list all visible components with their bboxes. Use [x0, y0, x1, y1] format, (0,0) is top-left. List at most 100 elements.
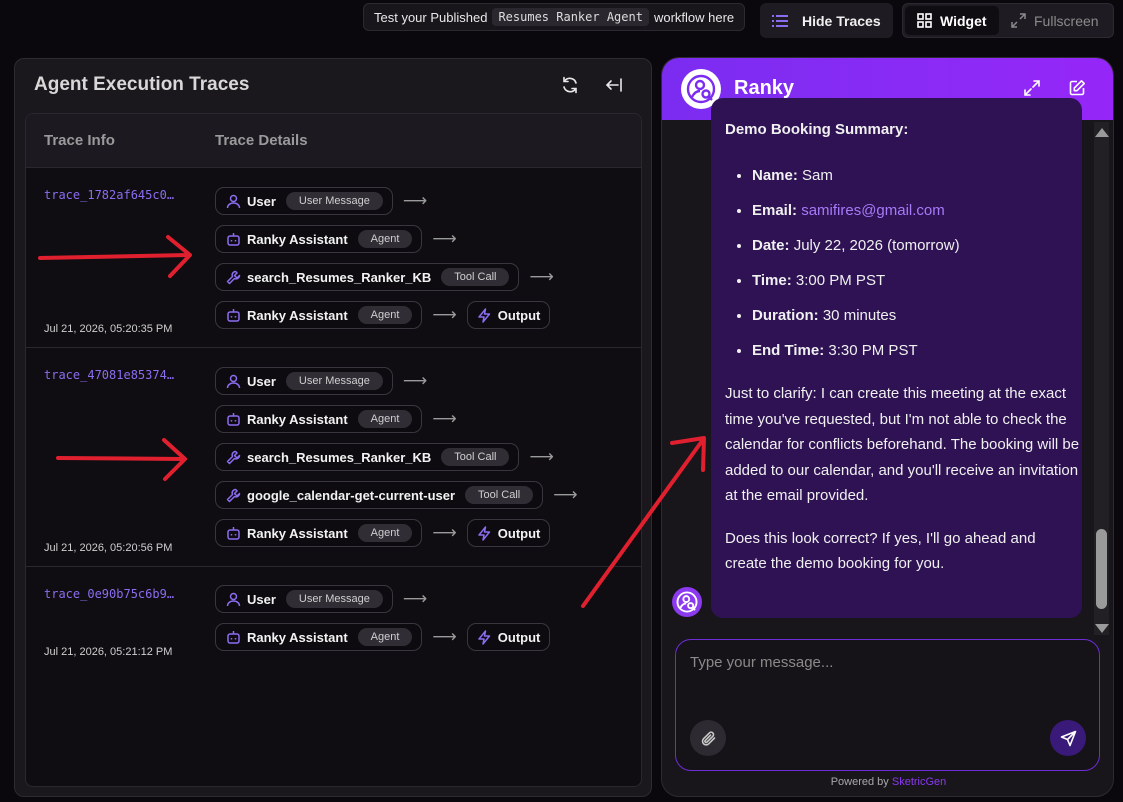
scroll-up-arrow-icon[interactable]	[1095, 128, 1109, 137]
grid-icon	[917, 13, 932, 28]
trace-id[interactable]: trace_0e90b75c6b9…	[44, 587, 174, 601]
trace-row[interactable]: trace_47081e85374… Jul 21, 2026, 05:20:5…	[26, 348, 641, 567]
trace-step: User User Message ⟶	[215, 187, 437, 215]
step-name: Ranky Assistant	[247, 307, 348, 323]
trace-step: google_calendar-get-current-user Tool Ca…	[215, 481, 588, 509]
widget-label: Widget	[940, 12, 987, 29]
step-type-badge: Tool Call	[441, 448, 510, 466]
step-name: User	[247, 193, 276, 209]
trace-timestamp: Jul 21, 2026, 05:20:35 PM	[44, 323, 173, 335]
step-agent[interactable]: Ranky Assistant Agent	[215, 623, 423, 651]
step-name: Ranky Assistant	[247, 525, 348, 541]
user-icon	[226, 592, 241, 607]
trace-row[interactable]: trace_0e90b75c6b9… Jul 21, 2026, 05:21:1…	[26, 567, 641, 677]
step-agent[interactable]: Ranky Assistant Agent	[215, 405, 423, 433]
trace-row[interactable]: trace_1782af645c0… Jul 21, 2026, 05:20:3…	[26, 168, 641, 348]
list-item: Date: July 22, 2026 (tomorrow)	[752, 233, 1080, 259]
collapse-panel-icon[interactable]	[605, 76, 623, 94]
message-input[interactable]	[690, 654, 1080, 671]
trace-id[interactable]: trace_1782af645c0…	[44, 188, 174, 202]
trace-timestamp: Jul 21, 2026, 05:21:12 PM	[44, 646, 173, 658]
step-output[interactable]: Output	[466, 301, 551, 329]
paperclip-icon	[700, 730, 717, 747]
step-name: User	[247, 591, 276, 607]
brand-link[interactable]: SketricGen	[892, 776, 946, 788]
bot-icon	[226, 630, 241, 645]
step-type-badge: Agent	[357, 410, 413, 428]
trace-step: Ranky Assistant Agent ⟶ Output	[215, 519, 551, 547]
bot-icon	[226, 526, 241, 541]
hide-traces-button[interactable]: Hide Traces	[760, 3, 893, 38]
bot-icon	[226, 308, 241, 323]
flow-arrow-icon: ⟶	[432, 229, 457, 248]
bot-icon	[226, 412, 241, 427]
step-type-badge: User Message	[285, 590, 383, 608]
step-agent[interactable]: Ranky Assistant Agent	[215, 301, 423, 329]
bot-name: Ranky	[734, 77, 795, 99]
flow-arrow-icon: ⟶	[432, 305, 457, 324]
lightning-icon	[477, 307, 492, 323]
refresh-icon[interactable]	[561, 76, 579, 94]
trace-step: search_Resumes_Ranker_KB Tool Call ⟶	[215, 263, 564, 291]
step-agent[interactable]: Ranky Assistant Agent	[215, 519, 423, 547]
step-type-badge: User Message	[285, 372, 383, 390]
list-item: Duration: 30 minutes	[752, 303, 1080, 329]
step-name: Ranky Assistant	[247, 231, 348, 247]
step-tool-call[interactable]: google_calendar-get-current-user Tool Ca…	[215, 481, 544, 509]
attach-button[interactable]	[690, 720, 726, 756]
list-item: End Time: 3:30 PM PST	[752, 338, 1080, 364]
trace-step: Ranky Assistant Agent ⟶ Output	[215, 301, 551, 329]
fullscreen-label: Fullscreen	[1034, 12, 1099, 29]
message-paragraph: Does this look correct? If yes, I'll go …	[725, 529, 1036, 573]
list-item: Email: samifires@gmail.com	[752, 198, 1080, 224]
flow-arrow-icon: ⟶	[402, 191, 428, 210]
flow-arrow-icon: ⟶	[529, 267, 554, 286]
step-output[interactable]: Output	[466, 519, 551, 547]
fullscreen-mode-button[interactable]: Fullscreen	[999, 6, 1111, 35]
step-type-badge: Tool Call	[465, 486, 534, 504]
traces-title: Agent Execution Traces	[34, 74, 250, 95]
send-icon	[1060, 730, 1077, 747]
message-paragraph: Just to clarify: I can create this meeti…	[725, 385, 1080, 504]
flow-arrow-icon: ⟶	[432, 523, 457, 542]
scrollbar-thumb[interactable]	[1096, 529, 1107, 609]
flow-arrow-icon: ⟶	[432, 409, 457, 428]
widget-mode-button[interactable]: Widget	[905, 6, 999, 35]
trace-step: Ranky Assistant Agent ⟶	[215, 405, 467, 433]
traces-panel: Agent Execution Traces Trace Info Trace …	[14, 58, 652, 797]
message-composer	[675, 639, 1100, 771]
flow-arrow-icon: ⟶	[432, 627, 457, 646]
step-user[interactable]: User User Message	[215, 187, 393, 215]
maximize-icon[interactable]	[1023, 79, 1041, 97]
trace-id[interactable]: trace_47081e85374…	[44, 368, 174, 382]
step-name: Ranky Assistant	[247, 629, 348, 645]
list-item: Name: Sam	[752, 163, 1080, 189]
trace-step: Ranky Assistant Agent ⟶	[215, 225, 467, 253]
step-user[interactable]: User User Message	[215, 585, 393, 613]
new-chat-icon[interactable]	[1068, 79, 1086, 97]
output-label: Output	[497, 307, 541, 323]
step-tool-call[interactable]: search_Resumes_Ranker_KB Tool Call	[215, 443, 520, 471]
traces-table-header: Trace Info Trace Details	[26, 114, 641, 168]
scroll-down-arrow-icon[interactable]	[1095, 624, 1109, 633]
step-output[interactable]: Output	[466, 623, 551, 651]
bot-icon	[226, 232, 241, 247]
workflow-name: Resumes Ranker Agent	[492, 8, 649, 26]
powered-prefix: Powered by	[830, 776, 889, 788]
chat-widget: Ranky Demo Booking Summary: Name: Sam Em…	[661, 57, 1114, 797]
bot-avatar-small-icon	[672, 587, 702, 617]
step-agent[interactable]: Ranky Assistant Agent	[215, 225, 423, 253]
expand-icon	[1011, 13, 1026, 28]
column-trace-details: Trace Details	[215, 132, 308, 149]
step-name: search_Resumes_Ranker_KB	[247, 449, 432, 465]
step-user[interactable]: User User Message	[215, 367, 393, 395]
email-link[interactable]: samifires@gmail.com	[801, 202, 945, 219]
trace-step: Ranky Assistant Agent ⟶ Output	[215, 623, 551, 651]
send-button[interactable]	[1050, 720, 1086, 756]
output-label: Output	[497, 629, 541, 645]
step-tool-call[interactable]: search_Resumes_Ranker_KB Tool Call	[215, 263, 520, 291]
user-icon	[226, 374, 241, 389]
step-name: google_calendar-get-current-user	[247, 487, 456, 503]
step-type-badge: Agent	[357, 230, 413, 248]
trace-step: search_Resumes_Ranker_KB Tool Call ⟶	[215, 443, 564, 471]
